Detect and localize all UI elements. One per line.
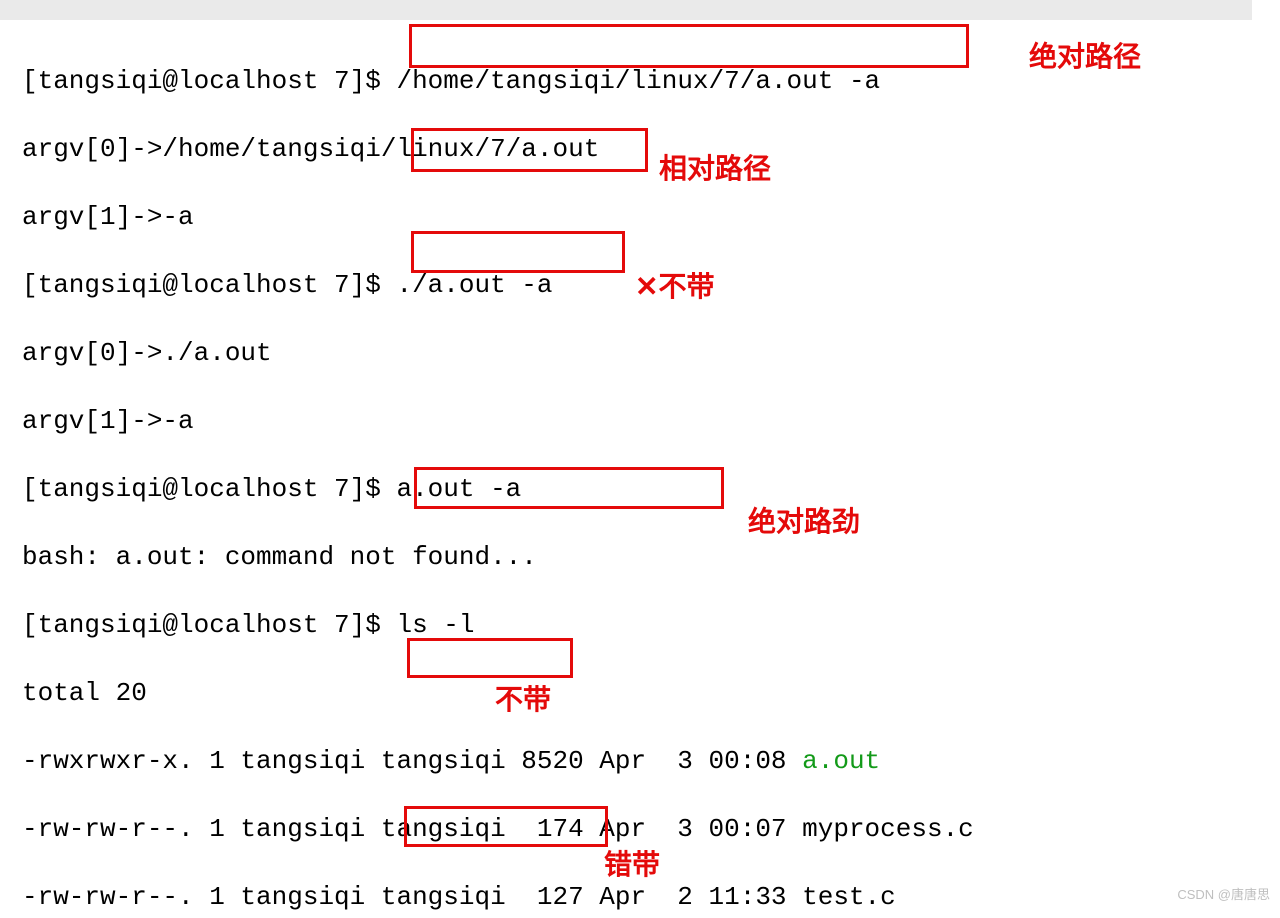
argv-output: argv[0]->/home/tangsiqi/linux/7/a.out [22, 132, 974, 166]
ls-row: -rwxrwxr-x. 1 tangsiqi tangsiqi 8520 Apr… [22, 744, 974, 778]
ls-filename: myprocess.c [802, 814, 974, 844]
annotation-no-path: ✕不带 [635, 270, 714, 304]
shell-prompt: [tangsiqi@localhost 7]$ [22, 66, 396, 96]
shell-prompt: [tangsiqi@localhost 7]$ [22, 270, 396, 300]
shell-prompt: [tangsiqi@localhost 7]$ [22, 610, 396, 640]
cmd-input-rel[interactable]: ./a.out -a [396, 270, 552, 300]
cmd-input-abs[interactable]: /home/tangsiqi/linux/7/a.out -a [396, 66, 880, 96]
cmd-input-ls[interactable]: ls -l [396, 610, 474, 640]
terminal-output: [tangsiqi@localhost 7]$ /home/tangsiqi/l… [22, 30, 974, 918]
watermark: CSDN @唐唐思 [1177, 878, 1270, 912]
ls-filename-exe: a.out [802, 746, 880, 776]
argv-output: argv[1]->-a [22, 200, 974, 234]
annotation-abs-path2: 绝对路劲 [748, 505, 860, 539]
ls-row: -rw-rw-r--. 1 tangsiqi tangsiqi 127 Apr … [22, 880, 974, 914]
cmd-input-bare[interactable]: a.out -a [396, 474, 521, 504]
shell-prompt: [tangsiqi@localhost 7]$ [22, 474, 396, 504]
window-menubar [0, 0, 1252, 20]
bash-error: bash: a.out: command not found... [22, 540, 974, 574]
ls-row: -rw-rw-r--. 1 tangsiqi tangsiqi 174 Apr … [22, 812, 974, 846]
argv-output: argv[1]->-a [22, 404, 974, 438]
argv-output: argv[0]->./a.out [22, 336, 974, 370]
annotation-rel-path: 相对路径 [659, 152, 771, 186]
annotation-wrong-path: 错带 [604, 848, 660, 882]
ls-filename: test.c [802, 882, 896, 912]
annotation-no-path2: 不带 [495, 683, 551, 717]
annotation-abs-path: 绝对路径 [1029, 40, 1141, 74]
